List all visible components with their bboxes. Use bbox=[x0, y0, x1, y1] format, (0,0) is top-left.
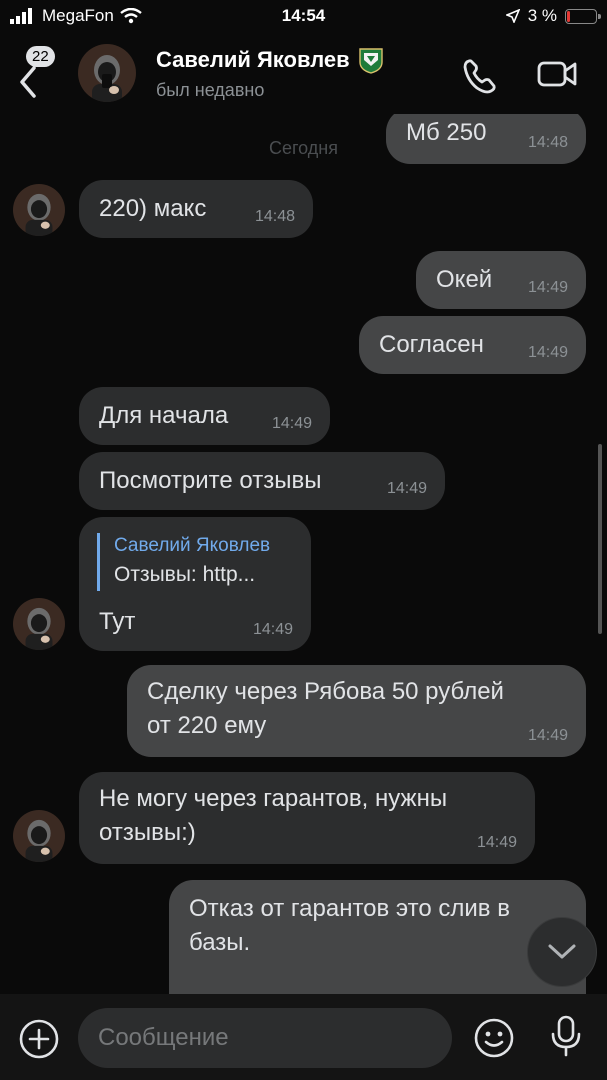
club-badge-icon bbox=[358, 48, 383, 74]
message-incoming[interactable]: Для начала 14:49 bbox=[79, 387, 330, 445]
avatar[interactable] bbox=[78, 44, 136, 102]
last-seen-status: был недавно bbox=[156, 80, 265, 100]
message-time: 14:49 bbox=[527, 344, 568, 361]
message-input[interactable] bbox=[78, 1008, 452, 1068]
message-time: 14:49 bbox=[527, 727, 568, 744]
message-text: 220) макс bbox=[99, 195, 207, 222]
message-incoming[interactable]: 220) макс 14:48 bbox=[79, 180, 313, 238]
contact-name-text: Савелий Яковлев bbox=[156, 47, 350, 72]
message-text-line: Отказ от гарантов это слив в bbox=[189, 895, 510, 922]
message-text-line: Не могу через гарантов, нужны bbox=[99, 785, 448, 812]
reply-text: Отзывы: http... bbox=[114, 563, 256, 586]
message-text: Для начала bbox=[99, 402, 229, 429]
sender-avatar[interactable] bbox=[13, 810, 65, 862]
message-time: 14:49 bbox=[527, 279, 568, 296]
sender-avatar[interactable] bbox=[13, 598, 65, 650]
emoji-icon bbox=[474, 1018, 514, 1058]
reply-preview[interactable]: Савелий Яковлев Отзывы: http... bbox=[97, 533, 311, 591]
sender-avatar[interactable] bbox=[13, 184, 65, 236]
message-text: Согласен bbox=[379, 331, 484, 358]
emoji-button[interactable] bbox=[472, 1016, 516, 1065]
chat-header: 22 Савелий Яковлев был недавно bbox=[0, 34, 607, 114]
message-time: 14:49 bbox=[476, 834, 517, 851]
message-text: Мб 250 bbox=[406, 119, 487, 146]
message-text-line: от 220 ему bbox=[147, 712, 267, 739]
message-time: 14:48 bbox=[527, 134, 568, 151]
scroll-to-bottom-button[interactable] bbox=[527, 917, 597, 987]
microphone-icon bbox=[551, 1015, 581, 1057]
message-outgoing[interactable]: Сделку через Рябова 50 рублей от 220 ему… bbox=[127, 665, 586, 757]
message-outgoing[interactable]: Отказ от гарантов это слив в базы. bbox=[169, 880, 586, 994]
message-time: 14:48 bbox=[254, 208, 295, 225]
status-bar: MegaFon 14:54 3 % bbox=[0, 0, 607, 34]
message-incoming[interactable]: Не могу через гарантов, нужны отзывы:) 1… bbox=[79, 772, 535, 864]
message-time: 14:49 bbox=[252, 621, 293, 638]
video-camera-icon bbox=[537, 61, 577, 87]
message-list[interactable]: Сегодня Мб 250 14:48 220) макс 14:48 Оке… bbox=[0, 114, 607, 994]
message-outgoing[interactable]: Окей 14:49 bbox=[416, 251, 586, 309]
message-incoming[interactable]: Посмотрите отзывы 14:49 bbox=[79, 452, 445, 510]
location-arrow-icon bbox=[505, 9, 520, 23]
message-text-line: Сделку через Рябова 50 рублей bbox=[147, 678, 504, 705]
message-incoming-with-reply[interactable]: Савелий Яковлев Отзывы: http... Тут 14:4… bbox=[79, 517, 311, 651]
chevron-down-icon bbox=[548, 944, 576, 959]
message-time: 14:49 bbox=[386, 480, 427, 497]
message-text: Тут bbox=[99, 608, 136, 635]
message-text: Окей bbox=[436, 266, 493, 293]
battery-percent: 3 % bbox=[527, 6, 557, 25]
unread-count-badge: 22 bbox=[26, 46, 55, 67]
message-text: Посмотрите отзывы bbox=[99, 467, 322, 494]
voice-message-button[interactable] bbox=[548, 1014, 584, 1063]
video-call-button[interactable] bbox=[536, 58, 578, 95]
battery-icon bbox=[565, 8, 601, 24]
message-text-line: отзывы:) bbox=[99, 819, 196, 846]
contact-name[interactable]: Савелий Яковлев bbox=[156, 46, 384, 74]
plus-icon bbox=[19, 1019, 59, 1059]
reply-author: Савелий Яковлев bbox=[114, 535, 271, 556]
composer bbox=[0, 994, 607, 1080]
message-time: 14:49 bbox=[271, 415, 312, 432]
message-outgoing[interactable]: Согласен 14:49 bbox=[359, 316, 586, 374]
phone-icon bbox=[463, 59, 496, 94]
scrollbar[interactable] bbox=[598, 444, 602, 634]
call-button[interactable] bbox=[460, 56, 500, 101]
attach-button[interactable] bbox=[18, 1018, 60, 1065]
message-outgoing[interactable]: Мб 250 14:48 bbox=[386, 114, 586, 164]
